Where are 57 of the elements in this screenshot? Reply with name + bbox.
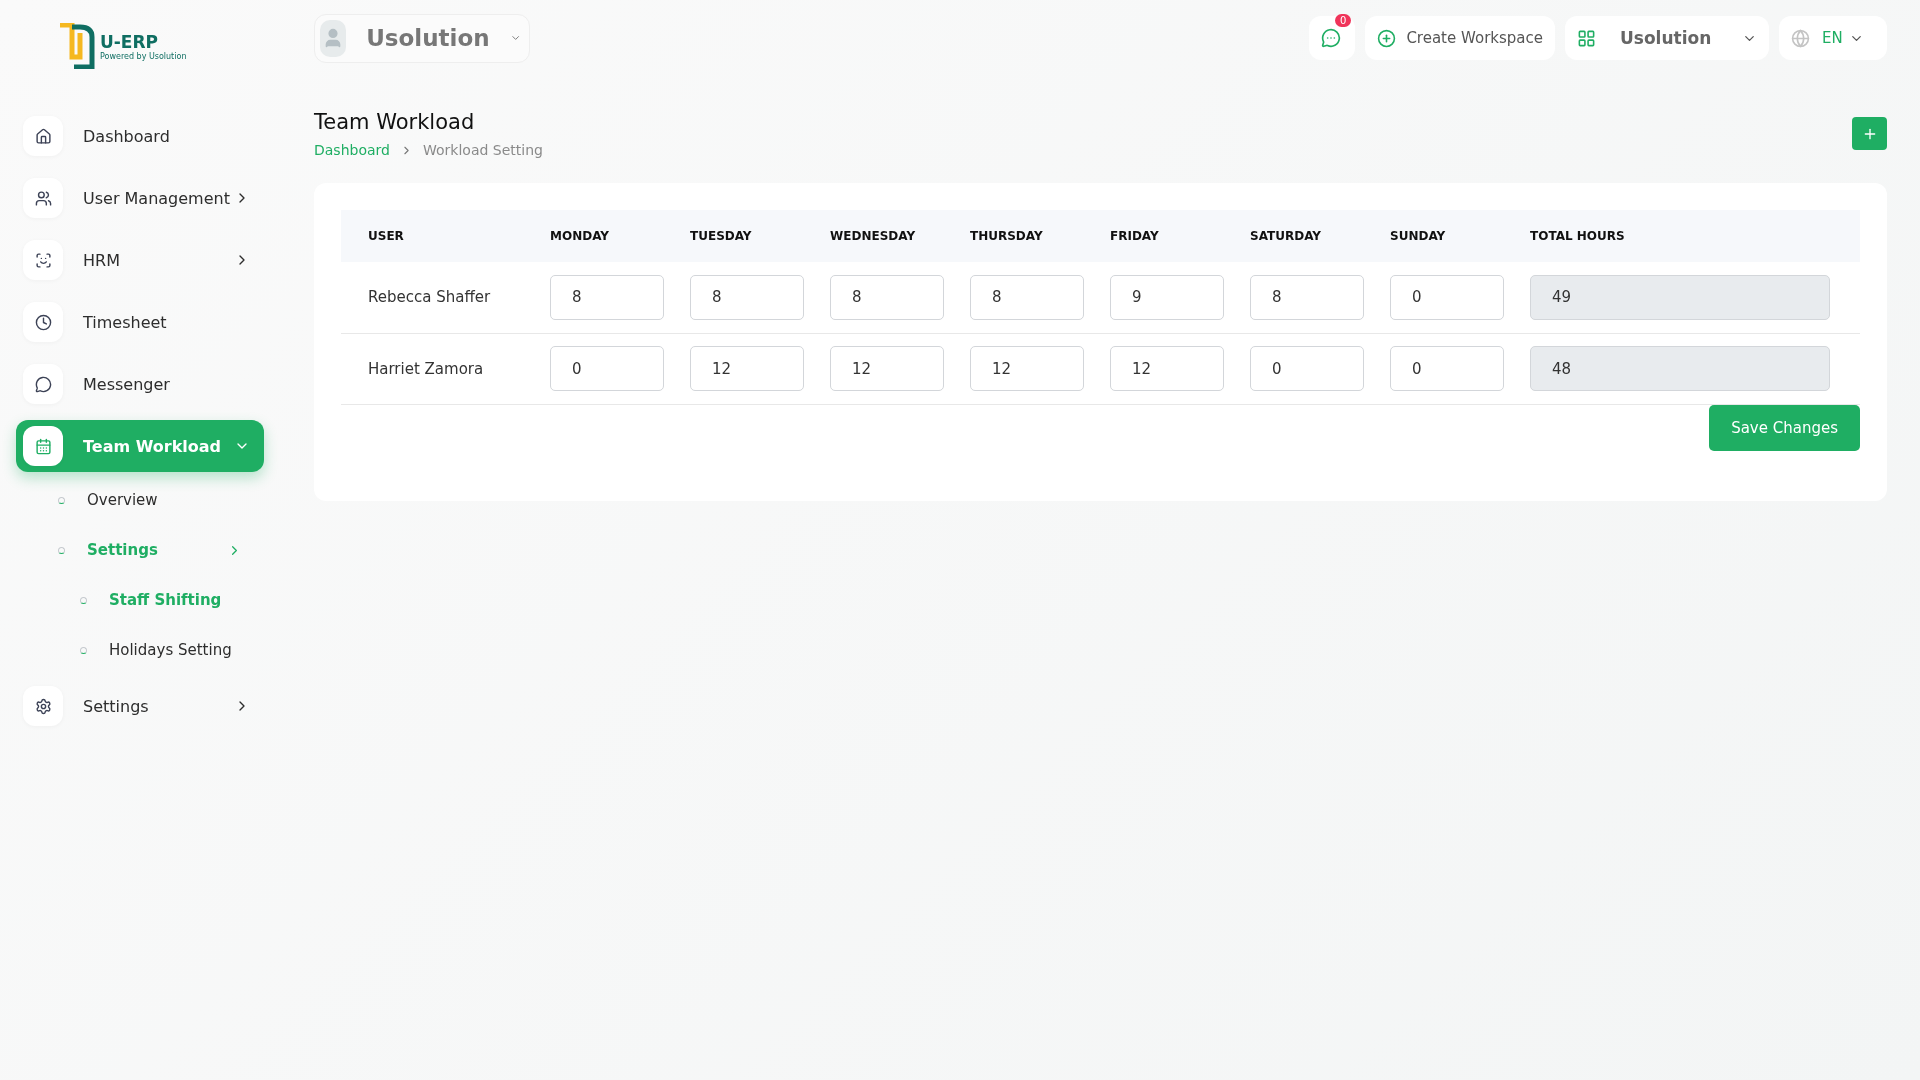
logo-tagline: Powered by Usolution	[100, 51, 187, 61]
hours-input[interactable]: 8	[970, 274, 1084, 320]
column-header: TUESDAY	[663, 210, 803, 262]
plus-circle-icon	[1377, 28, 1397, 48]
create-workspace-button[interactable]: Create Workspace	[1365, 16, 1555, 60]
column-header: USER	[341, 210, 523, 262]
sidebar-item[interactable]: Settings	[16, 680, 264, 732]
users-icon	[23, 178, 63, 218]
hours-input[interactable]: 0	[1390, 274, 1504, 320]
hours-input[interactable]: 12	[690, 346, 804, 391]
profile-dropdown[interactable]: Usolution	[314, 13, 530, 63]
column-header: THURSDAY	[943, 210, 1083, 262]
grid-icon	[1577, 28, 1596, 48]
hours-input[interactable]: 12	[970, 346, 1084, 391]
hours-input[interactable]: 8	[550, 274, 664, 320]
column-header: SUNDAY	[1363, 210, 1503, 262]
hours-input[interactable]: 8	[690, 274, 804, 320]
sidebar-item[interactable]: HRM	[16, 234, 264, 286]
notification-badge: 0	[1335, 14, 1352, 27]
gear-icon	[23, 686, 63, 726]
calendar-icon	[23, 426, 63, 466]
chat-icon	[1321, 28, 1342, 48]
globe-icon	[1791, 28, 1810, 48]
chat-icon	[23, 364, 63, 404]
total-hours-field[interactable]: 48	[1530, 346, 1830, 391]
messages-button[interactable]: 0	[1309, 16, 1356, 60]
column-header: WEDNESDAY	[803, 210, 943, 262]
home-icon	[23, 116, 63, 156]
hours-input[interactable]: 12	[830, 346, 944, 391]
logo-name: U-ERP	[100, 31, 160, 52]
sidebar-subitem[interactable]: Holidays Setting	[16, 630, 264, 670]
hours-input[interactable]: 8	[830, 274, 944, 320]
scan-icon	[23, 240, 63, 280]
sidebar-item[interactable]: Messenger	[16, 358, 264, 410]
sidebar-item[interactable]: Timesheet	[16, 296, 264, 348]
workspace-dropdown[interactable]: Usolution	[1565, 16, 1769, 60]
column-header: FRIDAY	[1083, 210, 1223, 262]
user-name: Rebecca Shaffer	[368, 288, 491, 307]
add-button[interactable]	[1852, 117, 1887, 150]
total-hours-field[interactable]: 49	[1530, 274, 1830, 320]
column-header: MONDAY	[523, 210, 663, 262]
column-header: TOTAL HOURS	[1503, 210, 1860, 262]
hours-input[interactable]: 0	[1390, 346, 1504, 391]
logo-icon	[58, 23, 96, 69]
clock-icon	[23, 302, 63, 342]
hours-input[interactable]: 9	[1110, 274, 1224, 320]
user-name: Harriet Zamora	[368, 359, 484, 378]
sidebar-item[interactable]: Dashboard	[16, 110, 264, 162]
sidebar-subitem[interactable]: Overview	[16, 480, 264, 520]
column-header: SATURDAY	[1223, 210, 1363, 262]
sidebar-item[interactable]: User Management	[16, 172, 264, 224]
hours-input[interactable]: 0	[1250, 346, 1364, 391]
hours-input[interactable]: 12	[1110, 346, 1224, 391]
hours-input[interactable]: 8	[1250, 274, 1364, 320]
hours-input[interactable]: 0	[550, 346, 664, 391]
page-title: Team Workload	[314, 110, 476, 134]
avatar-icon	[320, 19, 347, 57]
